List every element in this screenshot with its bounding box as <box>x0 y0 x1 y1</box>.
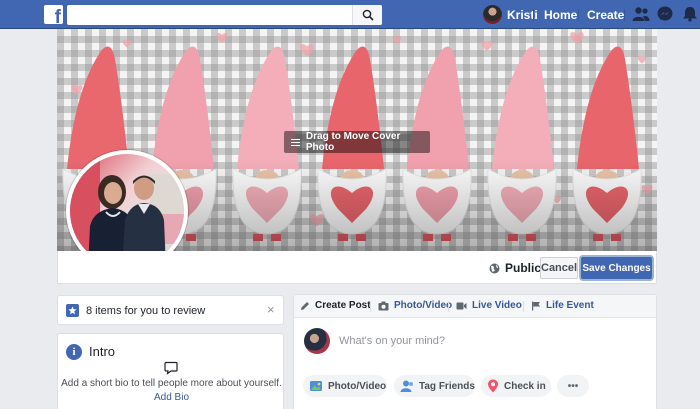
add-bio-link[interactable]: Add Bio <box>58 392 285 403</box>
check-in-label: Check in <box>504 380 546 392</box>
notifications-icon[interactable] <box>681 6 699 22</box>
cover-action-bar: Public Cancel Save Changes <box>57 251 657 284</box>
intro-card: i Intro Add a short bio to tell people m… <box>57 333 284 409</box>
tab-live-video[interactable]: Live Video <box>456 300 522 311</box>
more-icon: ••• <box>567 380 579 392</box>
location-pin-icon <box>488 379 498 393</box>
camera-icon <box>378 301 389 310</box>
more-options-button[interactable]: ••• <box>557 375 589 397</box>
heart-decoration <box>570 32 584 45</box>
intro-title: Intro <box>89 344 116 359</box>
nav-divider <box>624 9 625 21</box>
speech-bubble-icon <box>164 361 178 375</box>
avatar <box>304 328 330 354</box>
close-icon[interactable]: × <box>267 302 275 317</box>
tab-label: Photo/Video <box>394 300 453 311</box>
nav-create-link[interactable]: Create <box>587 8 624 22</box>
globe-icon <box>489 263 500 273</box>
heart-decoration <box>637 55 647 64</box>
facebook-logo[interactable]: f <box>44 5 63 27</box>
search-button[interactable] <box>352 5 382 25</box>
bio-prompt: Add a short bio to tell people more abou… <box>61 378 282 389</box>
tab-divider <box>448 301 449 312</box>
nav-profile-link[interactable]: Kristi <box>483 5 538 24</box>
heart-decoration <box>216 33 228 43</box>
drag-cover-label[interactable]: Drag to Move Cover Photo <box>284 131 430 153</box>
check-in-button[interactable]: Check in <box>481 375 551 397</box>
drag-handle-icon <box>291 138 300 146</box>
pencil-icon <box>301 301 309 310</box>
friends-icon[interactable] <box>632 6 650 22</box>
status-input[interactable]: What's on your mind? <box>339 335 445 347</box>
cancel-button[interactable]: Cancel <box>540 257 578 279</box>
messenger-icon[interactable] <box>656 6 674 22</box>
tab-life-event[interactable]: Life Event <box>531 300 594 311</box>
heart-decoration <box>122 39 132 48</box>
tab-divider <box>523 301 524 312</box>
nav-divider <box>578 9 579 21</box>
flag-icon <box>532 301 540 310</box>
review-items-card[interactable]: 8 items for you to review × <box>57 295 284 325</box>
avatar <box>483 5 502 24</box>
search-icon <box>362 9 374 21</box>
review-text: 8 items for you to review <box>86 305 206 317</box>
heart-decoration <box>71 85 83 95</box>
composer-tabs: Create Post Photo/Video Live Video Life … <box>294 295 656 318</box>
photo-icon <box>310 381 322 391</box>
tab-create-post[interactable]: Create Post <box>300 300 371 311</box>
search-input[interactable] <box>67 5 352 25</box>
tab-photo-video[interactable]: Photo/Video <box>378 300 452 311</box>
tab-divider <box>370 301 371 312</box>
info-icon: i <box>66 344 82 360</box>
photo-video-label: Photo/Video <box>328 380 387 392</box>
save-changes-button[interactable]: Save Changes <box>581 257 652 279</box>
tab-label: Life Event <box>546 300 594 311</box>
photo-video-button[interactable]: Photo/Video <box>303 375 387 397</box>
search-bar <box>67 5 382 25</box>
video-icon <box>456 302 467 309</box>
post-composer: Create Post Photo/Video Live Video Life … <box>293 294 657 409</box>
tag-friends-label: Tag Friends <box>419 380 475 392</box>
tab-label: Create Post <box>315 300 371 311</box>
drag-cover-text: Drag to Move Cover Photo <box>305 131 401 153</box>
tag-friends-icon <box>400 380 413 392</box>
star-icon <box>66 304 79 317</box>
nav-divider <box>533 9 534 21</box>
heart-decoration <box>481 41 493 51</box>
nav-home-link[interactable]: Home <box>544 8 577 22</box>
top-navbar: f Kristi Home Create <box>0 0 700 29</box>
tag-friends-button[interactable]: Tag Friends <box>394 375 475 397</box>
privacy-selector[interactable]: Public <box>489 261 541 275</box>
privacy-label: Public <box>505 261 542 275</box>
heart-decoration <box>392 35 402 44</box>
heart-decoration <box>300 44 314 57</box>
tab-label: Live Video <box>472 300 522 311</box>
